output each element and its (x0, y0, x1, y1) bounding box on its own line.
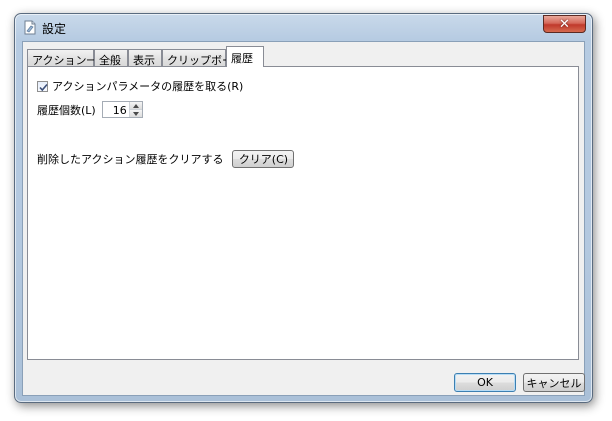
tab-general[interactable]: 全般 (94, 49, 128, 67)
arrow-down-icon (132, 111, 139, 116)
stepper-buttons (128, 102, 142, 117)
record-history-checkbox[interactable] (37, 80, 48, 92)
tab-clipboard[interactable]: クリップボード (162, 49, 244, 67)
clear-history-row: 削除したアクション履歴をクリアする クリア(C) (37, 150, 295, 168)
history-count-stepper[interactable]: 16 (101, 101, 143, 118)
history-count-label: 履歴個数(L) (37, 103, 96, 117)
history-count-row: 履歴個数(L) 16 (37, 101, 143, 118)
settings-page-icon (23, 20, 37, 35)
check-icon (39, 83, 48, 91)
window-title: 設定 (42, 22, 67, 36)
clear-history-label: 削除したアクション履歴をクリアする (37, 153, 224, 166)
record-history-option[interactable]: アクションパラメータの履歴を取る(R) (37, 78, 243, 94)
close-button[interactable]: ✕ (543, 15, 586, 33)
tab-display[interactable]: 表示 (128, 49, 162, 67)
tab-label: 履歴 (231, 52, 253, 65)
history-tab-panel: アクションパラメータの履歴を取る(R) 履歴個数(L) 16 削除したアクション… (27, 66, 579, 360)
settings-dialog: 設定 ✕ アクション一覧 全般 表示 クリップボード 履歴 アクションパラメータ… (14, 13, 593, 403)
stepper-up-button[interactable] (129, 102, 142, 110)
history-count-value[interactable]: 16 (113, 104, 127, 117)
tab-history[interactable]: 履歴 (226, 46, 264, 67)
close-icon: ✕ (559, 16, 570, 32)
stepper-down-button[interactable] (129, 110, 142, 117)
title-bar[interactable]: 設定 ✕ (15, 14, 592, 41)
cancel-button[interactable]: キャンセル (523, 373, 585, 392)
dialog-body: アクション一覧 全般 表示 クリップボード 履歴 アクションパラメータの履歴を取… (22, 41, 585, 396)
ok-button[interactable]: OK (454, 373, 516, 392)
clear-history-button[interactable]: クリア(C) (232, 150, 295, 168)
tab-action-list[interactable]: アクション一覧 (27, 49, 108, 67)
arrow-up-icon (132, 103, 139, 108)
record-history-label: アクションパラメータの履歴を取る(R) (52, 80, 244, 93)
